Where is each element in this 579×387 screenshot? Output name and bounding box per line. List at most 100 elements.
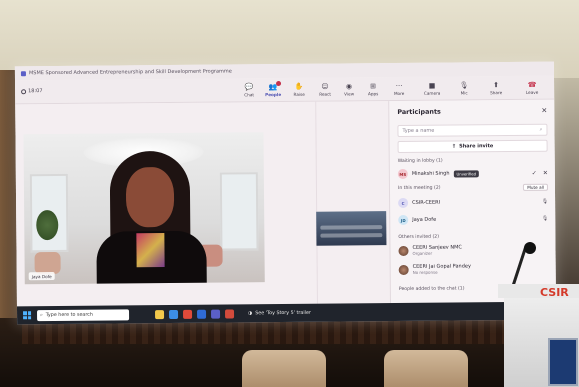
participant-status: Organizer [412, 250, 433, 256]
admit-icon[interactable]: ✓ [532, 169, 537, 176]
invited-info: CEERI Sanjeev NMC Organizer [412, 244, 461, 256]
participant-status: No response [412, 269, 438, 275]
participant-name: Jaya Dofe [412, 216, 437, 223]
toolbar-button-label: Raise [293, 91, 305, 97]
avatar [398, 245, 409, 257]
edge-icon[interactable] [169, 309, 179, 319]
invited-info: CEERI Jai Gopal Pandey No response [413, 263, 471, 276]
toolbar-button-label: React [319, 91, 332, 97]
taskbar-search-input[interactable]: ⌕ Type here to search [37, 308, 130, 321]
toolbar-chat-button[interactable]: 💬 Chat [237, 80, 261, 100]
more-icon: ··· [395, 81, 403, 91]
taskbar-news[interactable]: ◑ See 'Toy Story 5' trailer [248, 310, 311, 316]
avatar [398, 264, 409, 276]
toolbar-apps-button[interactable]: ⊞ Apps [361, 79, 385, 99]
speaker-name-tag: Jaya Dofe [28, 272, 55, 281]
participant-name: Minakshi Singh [411, 170, 450, 177]
toolbar-mic-button[interactable]: 🎙 Mic [452, 78, 476, 98]
panel-header: Participants ✕ [397, 104, 547, 119]
microphone [524, 242, 536, 254]
search-icon: ⌕ [40, 313, 43, 319]
speaker-face [125, 166, 175, 228]
podium-monitor [548, 338, 578, 386]
search-placeholder: Type a name [402, 127, 435, 134]
toolbar-more-button[interactable]: ··· More [387, 79, 411, 99]
window-title: MSME Sponsored Advanced Entrepreneurship… [28, 68, 232, 77]
file-explorer-icon[interactable] [155, 309, 165, 319]
toolbar-button-label: Apps [367, 91, 379, 97]
in-meeting-section-header[interactable]: In this meeting (2) Mute all [398, 183, 548, 193]
csir-logo-text: CSIR [540, 286, 569, 299]
thumbnail-row [320, 225, 383, 230]
others-header: Others invited (2) [398, 234, 440, 241]
meeting-timer: 18:07 [21, 88, 43, 95]
toolbar-button-label: More [393, 90, 405, 97]
chat-icon: 💬 [244, 83, 254, 92]
share-invite-icon: ⇪ [451, 143, 457, 150]
news-text: See 'Toy Story 5' trailer [255, 310, 311, 316]
toolbar-view-button[interactable]: ◉ View [337, 79, 361, 99]
toolbar-people-button[interactable]: 👥 People [261, 80, 285, 100]
background-chair [34, 251, 61, 275]
windows-start-icon[interactable] [23, 311, 32, 320]
shield-icon [21, 88, 27, 94]
in-meeting-header: In this meeting (2) [397, 185, 441, 192]
teams-logo-icon [20, 70, 26, 76]
leave-icon: ☎ [527, 80, 537, 89]
participant-row[interactable]: JD Jaya Dofe 🎙 [398, 212, 548, 227]
search-icon: ⌕ [539, 126, 543, 133]
mute-all-button[interactable]: Mute all [523, 183, 548, 191]
others-section-header[interactable]: Others invited (2) [398, 232, 548, 242]
speaker-person [96, 150, 207, 285]
photo-scene: MSME Sponsored Advanced Entrepreneurship… [0, 0, 579, 387]
lobby-actions: ✓ ✕ [532, 169, 548, 176]
teams-icon[interactable] [211, 309, 221, 319]
waiting-participant-row[interactable]: MS Minakshi Singh Unverified ✓ ✕ [397, 166, 548, 181]
waiting-section-header[interactable]: Waiting in lobby (1) [398, 156, 548, 166]
share-icon: ⬆ [493, 81, 500, 90]
toolbar-button-label: Camera [423, 90, 441, 96]
share-invite-label: Share invite [459, 143, 494, 150]
toolbar-raise-button[interactable]: ✋ Raise [287, 80, 311, 100]
toolbar-button-label: Mic [460, 90, 468, 96]
raise-hand-icon: ✋ [294, 82, 304, 91]
toolbar-react-button[interactable]: ☺ React [313, 80, 337, 100]
stage-divider [315, 101, 318, 304]
background-window [219, 172, 259, 251]
close-icon[interactable]: ✕ [541, 107, 547, 115]
video-stage: Jaya Dofe [15, 101, 390, 307]
toolbar-leave-button[interactable]: ☎ Leave [520, 78, 544, 98]
news-icon: ◑ [248, 310, 253, 316]
deny-icon[interactable]: ✕ [543, 169, 548, 176]
toolbar-button-label: People [265, 92, 282, 98]
invited-row[interactable]: CEERI Jai Gopal Pandey No response [398, 262, 549, 277]
speaker-name: Jaya Dofe [31, 273, 52, 279]
powerpoint-icon[interactable] [225, 308, 235, 319]
notification-badge [276, 81, 282, 87]
participant-row[interactable]: C CSIR-CEERI 🎙 [398, 195, 548, 210]
share-invite-button[interactable]: ⇪ Share invite [397, 139, 548, 154]
word-icon[interactable] [197, 309, 207, 319]
apps-icon: ⊞ [370, 82, 377, 91]
avatar: MS [397, 168, 408, 180]
unverified-badge: Unverified [453, 169, 480, 178]
background-plant [36, 209, 59, 241]
shared-content-thumbnail[interactable] [316, 211, 387, 246]
waiting-header: Waiting in lobby (1) [397, 158, 443, 165]
chrome-icon[interactable] [183, 309, 193, 319]
panel-title: Participants [397, 107, 441, 117]
chair [384, 350, 468, 387]
mic-icon: 🎙 [541, 198, 549, 205]
toolbar-button-label: Chat [244, 92, 255, 98]
toolbar-button-label: Share [490, 90, 503, 96]
speaker-video: Jaya Dofe [23, 132, 265, 285]
participant-search-input[interactable]: Type a name ⌕ [397, 123, 548, 138]
added-header: People added to the chat (1) [398, 286, 465, 293]
timer-text: 18:07 [28, 88, 43, 95]
avatar: JD [398, 214, 409, 226]
speaker-scarf [136, 233, 165, 268]
toolbar-camera-button[interactable]: ■ Camera [420, 79, 444, 99]
thumbnail-row [320, 233, 383, 238]
toolbar-share-button[interactable]: ⬆ Share [484, 78, 508, 98]
mic-icon: 🎙 [541, 215, 549, 222]
